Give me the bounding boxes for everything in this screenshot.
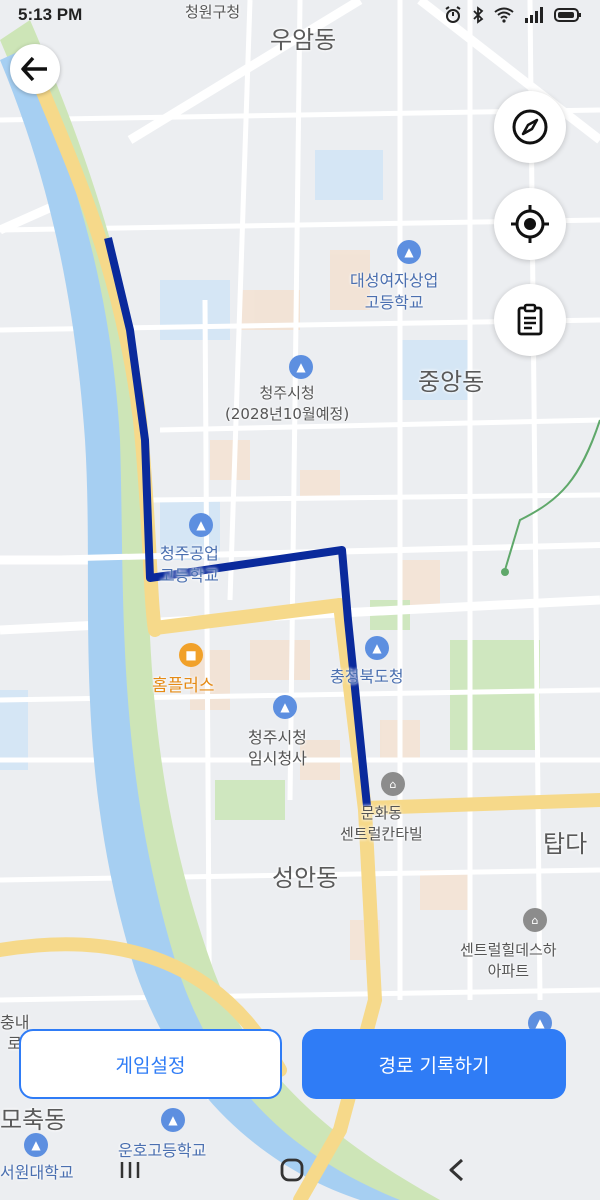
status-icons bbox=[444, 6, 582, 24]
alarm-icon bbox=[445, 6, 461, 23]
map-label-homeplus: 홈플러스 bbox=[152, 676, 215, 696]
map-label-daeseong-school: 대성여자상업 고등학교 bbox=[350, 271, 439, 312]
apartment-poi-icon[interactable]: ⌂ bbox=[381, 772, 405, 796]
map-label-tapdong: 탑다 bbox=[543, 830, 588, 858]
system-nav-bar bbox=[0, 1140, 600, 1200]
system-back-button[interactable] bbox=[426, 1148, 486, 1192]
home-icon bbox=[280, 1158, 304, 1182]
school-poi-icon[interactable]: ▲ bbox=[397, 240, 421, 264]
map-canvas[interactable] bbox=[0, 0, 600, 1200]
map-label-mochung-dong: 모축동 bbox=[0, 1106, 67, 1134]
status-time: 5:13 PM bbox=[18, 5, 83, 24]
map-label-temp-city-hall: 청주시청 임시청사 bbox=[248, 728, 307, 768]
clipboard-icon bbox=[517, 303, 543, 336]
map-screen: ▲ ▲ ▲ ■ ▲ ▲ ⌂ ⌂ ▲ ▲ ▲ 청원구청 우암동 대성여자상업 고등… bbox=[0, 0, 600, 1200]
home-button[interactable] bbox=[262, 1148, 322, 1192]
clipboard-button[interactable] bbox=[494, 284, 566, 356]
compass-icon bbox=[512, 109, 548, 145]
recents-button[interactable] bbox=[100, 1148, 160, 1192]
locate-icon bbox=[511, 205, 549, 243]
map-label-central-hills: 센트럴힐데스하 아파트 bbox=[460, 941, 557, 980]
game-settings-button[interactable]: 게임설정 bbox=[19, 1029, 282, 1099]
signal-icon bbox=[525, 7, 543, 23]
school-poi-icon[interactable]: ▲ bbox=[189, 513, 213, 537]
cityhall-poi-icon[interactable]: ▲ bbox=[289, 355, 313, 379]
wifi-icon bbox=[494, 7, 514, 23]
map-label-jungang-dong: 중앙동 bbox=[418, 368, 485, 396]
map-label-city-hall: 청주시청 (2028년10월예정) bbox=[225, 384, 350, 423]
bluetooth-icon bbox=[473, 6, 484, 24]
arrow-left-icon bbox=[21, 56, 47, 82]
government-poi-icon[interactable]: ▲ bbox=[365, 636, 389, 660]
map-label-chungbuk-office: 충청북도청 bbox=[330, 667, 404, 686]
shopping-poi-icon[interactable]: ■ bbox=[179, 643, 203, 667]
back-button[interactable] bbox=[10, 44, 60, 94]
map-label-seongan-dong: 성안동 bbox=[272, 864, 339, 892]
apartment-poi-icon[interactable]: ⌂ bbox=[523, 908, 547, 932]
map-label-cheongju-tech-school: 청주공업 고등학교 bbox=[160, 544, 219, 585]
status-bar: 5:13 PM bbox=[0, 0, 600, 30]
school-poi-icon[interactable]: ▲ bbox=[161, 1108, 185, 1132]
record-route-button[interactable]: 경로 기록하기 bbox=[302, 1029, 566, 1099]
recents-icon bbox=[120, 1162, 140, 1178]
locate-button[interactable] bbox=[494, 188, 566, 260]
compass-button[interactable] bbox=[494, 91, 566, 163]
cityhall-poi-icon[interactable]: ▲ bbox=[273, 695, 297, 719]
back-triangle-icon bbox=[449, 1158, 464, 1182]
battery-icon bbox=[554, 8, 581, 22]
map-label-munhwa-dong: 문화동 센트럴칸타빌 bbox=[340, 804, 423, 843]
